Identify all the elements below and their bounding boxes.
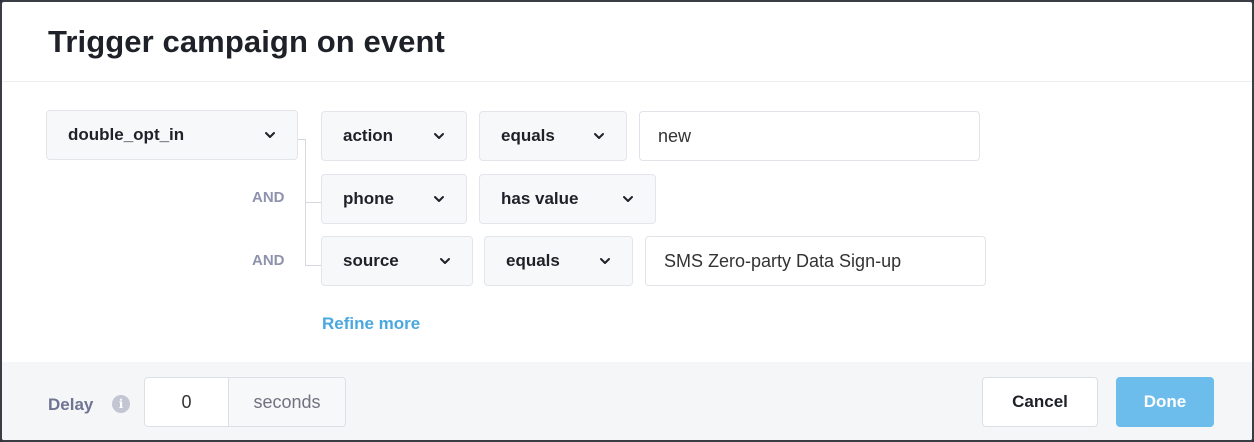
modal-header: Trigger campaign on event — [2, 2, 1252, 82]
refine-more-link[interactable]: Refine more — [322, 314, 420, 334]
chevron-down-icon — [598, 254, 612, 268]
condition-value-input[interactable]: new — [639, 111, 980, 161]
condition-field-value: phone — [343, 189, 394, 208]
condition-value-input[interactable]: SMS Zero-party Data Sign-up — [645, 236, 986, 286]
connector-line — [305, 202, 321, 203]
chevron-down-icon — [592, 129, 606, 143]
connector-line — [305, 265, 321, 266]
delay-value-input[interactable]: 0 — [145, 378, 229, 426]
and-label: AND — [252, 252, 285, 269]
condition-field-value: action — [343, 126, 394, 145]
condition-operator-value: equals — [501, 126, 555, 145]
condition-field-select[interactable]: source — [321, 236, 473, 286]
event-select[interactable]: double_opt_in — [46, 110, 298, 160]
condition-operator-value: has value — [501, 189, 579, 208]
chevron-down-icon — [432, 129, 446, 143]
delay-unit-label: seconds — [229, 378, 345, 426]
event-select-value: double_opt_in — [68, 125, 185, 144]
condition-field-value: source — [343, 251, 399, 270]
delay-label: Delay — [48, 395, 94, 414]
and-label: AND — [252, 189, 285, 206]
condition-operator-select[interactable]: has value — [479, 174, 656, 224]
done-button[interactable]: Done — [1116, 377, 1214, 427]
info-icon[interactable]: i — [112, 395, 130, 413]
cancel-button[interactable]: Cancel — [982, 377, 1098, 427]
condition-operator-value: equals — [506, 251, 560, 270]
delay-input-group: 0 seconds — [144, 377, 346, 427]
chevron-down-icon — [438, 254, 452, 268]
condition-field-select[interactable]: phone — [321, 174, 467, 224]
chevron-down-icon — [263, 128, 277, 142]
condition-field-select[interactable]: action — [321, 111, 467, 161]
chevron-down-icon — [621, 192, 635, 206]
modal-footer: Delay i 0 seconds Cancel Done — [2, 362, 1252, 440]
modal-title: Trigger campaign on event — [48, 24, 445, 59]
trigger-campaign-modal: Trigger campaign on event double_opt_in … — [0, 0, 1254, 442]
chevron-down-icon — [432, 192, 446, 206]
condition-operator-select[interactable]: equals — [479, 111, 627, 161]
condition-operator-select[interactable]: equals — [484, 236, 633, 286]
